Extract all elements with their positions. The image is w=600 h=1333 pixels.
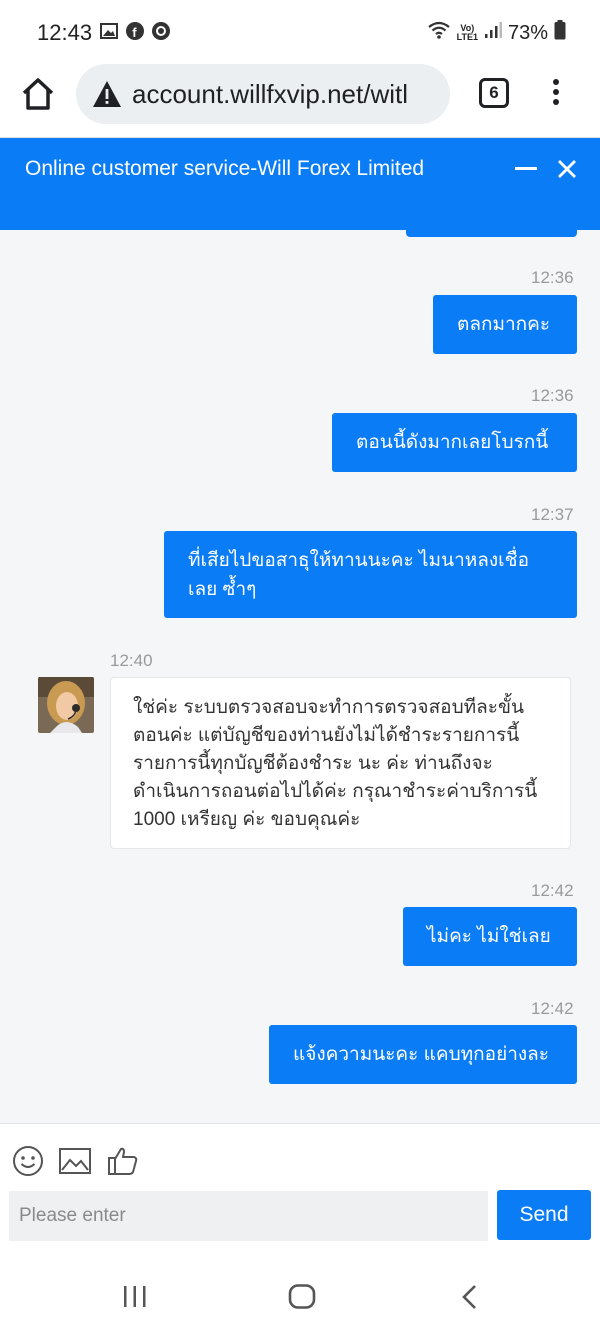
message-composer: Send	[0, 1123, 600, 1259]
signal-icon	[484, 21, 502, 45]
wifi-icon	[427, 20, 451, 46]
gallery-icon	[100, 22, 118, 40]
image-icon	[59, 1148, 91, 1174]
address-bar[interactable]: account.willfxvip.net/witl	[76, 64, 450, 124]
status-bar: 12:43 f Vo) LTE1 73%	[0, 0, 600, 64]
tab-switcher-button[interactable]: 6	[479, 78, 509, 108]
battery-icon	[554, 20, 566, 46]
outgoing-message: แจ้งความนะคะ แคบทุกอย่างละ	[269, 1025, 577, 1084]
svg-text:f: f	[132, 25, 137, 40]
incoming-message: ใช่ค่ะ ระบบตรวจสอบจะทำการตรวจสอบทีละขั้น…	[110, 677, 571, 849]
message-time: 12:42	[531, 881, 574, 900]
thumbs-up-icon	[108, 1147, 138, 1175]
send-button[interactable]: Send	[497, 1190, 591, 1240]
home-button[interactable]	[20, 76, 56, 112]
chat-header: Online customer service-Will Forex Limit…	[0, 138, 600, 230]
status-right: Vo) LTE1 73%	[427, 20, 566, 46]
outgoing-message: ตลกมากคะ	[433, 295, 577, 354]
chat-title: Online customer service-Will Forex Limit…	[25, 157, 425, 180]
more-menu-button[interactable]	[546, 76, 566, 112]
battery-percent: 73%	[507, 21, 548, 44]
message-time: 12:42	[531, 999, 574, 1018]
warning-icon	[93, 81, 121, 107]
status-time: 12:43	[37, 20, 93, 45]
back-nav-button[interactable]	[455, 1284, 485, 1310]
notification-icons: f	[100, 22, 170, 40]
message-input[interactable]	[9, 1191, 488, 1241]
message-time: 12:36	[531, 386, 574, 405]
message-time: 12:37	[531, 505, 574, 524]
emoji-button[interactable]	[11, 1144, 45, 1178]
message-list[interactable]: 12:36 ตลกมากคะ 12:36 ตอนนี้ดังมากเลยโบรก…	[0, 230, 600, 1123]
emoji-icon	[13, 1146, 43, 1176]
outgoing-message: ตอนนี้ดังมากเลยโบรกนี้	[332, 413, 577, 472]
home-nav-icon	[288, 1284, 316, 1309]
app-notification-icon	[152, 22, 170, 40]
close-button[interactable]	[556, 158, 578, 180]
home-icon	[22, 78, 54, 110]
system-navigation-bar	[0, 1259, 600, 1333]
facebook-icon: f	[126, 22, 144, 40]
recent-apps-icon	[124, 1286, 146, 1307]
agent-avatar	[38, 677, 94, 733]
previous-message-bubble	[406, 230, 577, 237]
like-button[interactable]	[106, 1144, 140, 1178]
outgoing-message: ที่เสียไปขอสาธุให้ทานนะคะ ไมนาหลงเชื่อ เ…	[164, 531, 577, 618]
home-nav-button[interactable]	[287, 1284, 317, 1310]
back-icon	[462, 1285, 476, 1309]
minimize-button[interactable]	[515, 167, 537, 170]
image-upload-button[interactable]	[58, 1144, 92, 1178]
message-time: 12:36	[531, 268, 574, 287]
close-icon	[558, 160, 576, 178]
recent-apps-button[interactable]	[120, 1284, 150, 1310]
message-time: 12:40	[110, 651, 153, 670]
url-text: account.willfxvip.net/witl	[132, 79, 408, 109]
outgoing-message: ไม่คะ ไม่ใช่เลย	[403, 907, 577, 966]
browser-toolbar: account.willfxvip.net/witl 6	[0, 64, 600, 138]
volte-indicator: Vo) LTE1	[456, 23, 478, 42]
